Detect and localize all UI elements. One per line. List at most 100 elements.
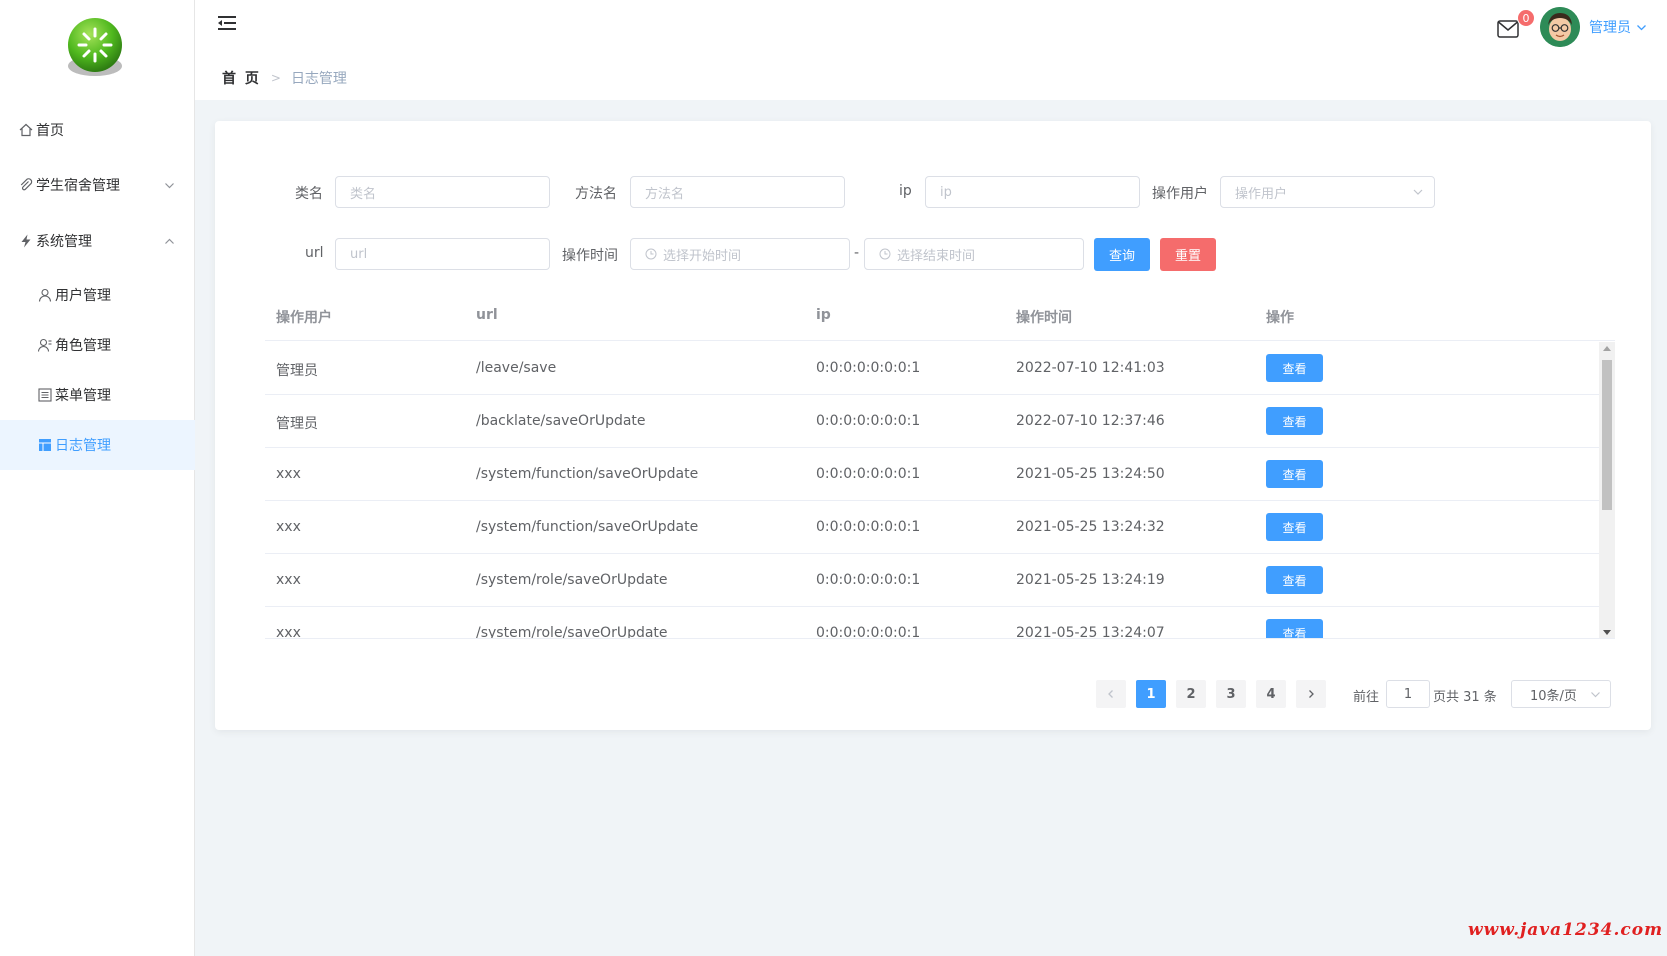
hamburger-menu-icon[interactable] (217, 14, 237, 38)
clock-icon (645, 248, 657, 260)
next-page-button[interactable] (1296, 680, 1326, 708)
class-name-label: 类名 (295, 186, 323, 202)
user-icon (37, 287, 53, 303)
column-header-ip: ip (816, 307, 831, 323)
cell-user: 管理员 (276, 363, 318, 379)
column-header-time: 操作时间 (1016, 310, 1072, 326)
mail-badge: 0 (1517, 9, 1535, 27)
user-role-icon (37, 337, 53, 353)
view-button[interactable]: 查看 (1266, 513, 1323, 541)
scrollbar-thumb[interactable] (1602, 360, 1612, 510)
cell-time: 2021-05-25 13:24:32 (1016, 519, 1165, 535)
cell-ip: 0:0:0:0:0:0:0:1 (816, 413, 921, 429)
end-time-picker[interactable]: 选择结束时间 (864, 238, 1084, 270)
end-time-placeholder: 选择结束时间 (897, 248, 976, 264)
total-count-text: 页共 31 条 (1433, 690, 1497, 705)
cell-time: 2022-07-10 12:41:03 (1016, 360, 1165, 376)
cell-time: 2021-05-25 13:24:50 (1016, 466, 1165, 482)
cell-user: xxx (276, 466, 301, 482)
chevron-down-icon (1590, 689, 1601, 704)
goto-page-input[interactable]: 1 (1386, 680, 1430, 708)
cell-ip: 0:0:0:0:0:0:0:1 (816, 360, 921, 376)
mail-icon[interactable] (1497, 20, 1519, 42)
page-button-2[interactable]: 2 (1176, 680, 1206, 708)
search-button[interactable]: 查询 (1094, 238, 1150, 271)
chevron-down-icon (1412, 186, 1424, 202)
page-size-select[interactable]: 10条/页 (1511, 680, 1611, 708)
ip-label: ip (899, 183, 912, 199)
view-button[interactable]: 查看 (1266, 566, 1323, 594)
class-name-input[interactable]: 类名 (335, 176, 550, 208)
sidebar: 首页 学生宿舍管理 系统管理 用户管理 角色管理 菜单管理 日志管理 (0, 0, 195, 956)
cell-url: /leave/save (476, 360, 557, 376)
sidebar-item-label: 用户管理 (55, 288, 111, 304)
range-separator: - (854, 245, 860, 261)
url-input[interactable]: url (335, 238, 550, 270)
reset-button[interactable]: 重置 (1160, 238, 1216, 271)
view-button[interactable]: 查看 (1266, 354, 1323, 382)
cell-ip: 0:0:0:0:0:0:0:1 (816, 572, 921, 588)
sidebar-item-label: 系统管理 (36, 234, 92, 250)
sidebar-item-dormitory[interactable]: 学生宿舍管理 (0, 157, 195, 213)
cell-time: 2021-05-25 13:24:19 (1016, 572, 1165, 588)
sidebar-item-home[interactable]: 首页 (0, 102, 195, 158)
table-row: 管理员 /leave/save 0:0:0:0:0:0:0:1 2022-07-… (265, 342, 1599, 395)
scroll-down-arrow-icon[interactable] (1603, 630, 1611, 635)
page-button-3[interactable]: 3 (1216, 680, 1246, 708)
clock-icon (879, 248, 891, 260)
breadcrumb: 首 页 > 日志管理 (222, 68, 347, 88)
sidebar-item-menus[interactable]: 菜单管理 (0, 370, 195, 420)
sidebar-item-label: 日志管理 (55, 438, 111, 454)
sidebar-item-users[interactable]: 用户管理 (0, 270, 195, 320)
cell-url: /system/role/saveOrUpdate (476, 572, 668, 588)
table-row: xxx /system/role/saveOrUpdate 0:0:0:0:0:… (265, 607, 1599, 639)
chevron-down-icon (1636, 22, 1647, 33)
cell-user: xxx (276, 625, 301, 639)
user-name: 管理员 (1589, 20, 1631, 36)
user-menu[interactable]: 管理员 (1589, 17, 1647, 37)
ip-input[interactable]: ip (925, 176, 1140, 208)
breadcrumb-home[interactable]: 首 页 (222, 68, 261, 88)
avatar[interactable] (1540, 7, 1580, 47)
cell-url: /system/function/saveOrUpdate (476, 466, 699, 482)
sidebar-item-label: 学生宿舍管理 (36, 178, 120, 194)
sidebar-item-roles[interactable]: 角色管理 (0, 320, 195, 370)
table-row: 管理员 /backlate/saveOrUpdate 0:0:0:0:0:0:0… (265, 395, 1599, 448)
table-scrollbar[interactable] (1599, 342, 1615, 638)
cell-time: 2022-07-10 12:37:46 (1016, 413, 1165, 429)
table-body: 管理员 /leave/save 0:0:0:0:0:0:0:1 2022-07-… (265, 342, 1615, 639)
chevron-up-icon (164, 235, 175, 251)
page-button-4[interactable]: 4 (1256, 680, 1286, 708)
cell-url: /system/role/saveOrUpdate (476, 625, 668, 639)
cell-ip: 0:0:0:0:0:0:0:1 (816, 466, 921, 482)
start-time-placeholder: 选择开始时间 (663, 248, 742, 264)
sidebar-item-label: 首页 (36, 123, 64, 139)
page-button-1[interactable]: 1 (1136, 680, 1166, 708)
sidebar-item-system[interactable]: 系统管理 (0, 213, 195, 269)
page-size-value: 10条/页 (1530, 688, 1577, 704)
log-card: 类名 类名 方法名 方法名 ip ip 操作用户 操作用户 url url 操作… (215, 121, 1651, 730)
sidebar-item-logs[interactable]: 日志管理 (0, 420, 195, 470)
watermark: www.java1234.com (1468, 920, 1664, 940)
table-row: xxx /system/function/saveOrUpdate 0:0:0:… (265, 501, 1599, 554)
table-row: xxx /system/function/saveOrUpdate 0:0:0:… (265, 448, 1599, 501)
cell-ip: 0:0:0:0:0:0:0:1 (816, 519, 921, 535)
scroll-up-arrow-icon[interactable] (1603, 346, 1611, 351)
operator-user-placeholder: 操作用户 (1235, 186, 1288, 202)
operator-user-select[interactable]: 操作用户 (1220, 176, 1435, 208)
cell-user: xxx (276, 519, 301, 535)
chevron-left-icon (1108, 690, 1113, 698)
method-name-input[interactable]: 方法名 (630, 176, 845, 208)
view-button[interactable]: 查看 (1266, 460, 1323, 488)
view-button[interactable]: 查看 (1266, 407, 1323, 435)
start-time-picker[interactable]: 选择开始时间 (630, 238, 850, 270)
cell-user: xxx (276, 572, 301, 588)
view-button[interactable]: 查看 (1266, 619, 1323, 638)
sidebar-item-label: 角色管理 (55, 338, 111, 354)
lightning-icon (18, 233, 34, 249)
prev-page-button[interactable] (1096, 680, 1126, 708)
cell-ip: 0:0:0:0:0:0:0:1 (816, 625, 921, 639)
cell-time: 2021-05-25 13:24:07 (1016, 625, 1165, 639)
table-row: xxx /system/role/saveOrUpdate 0:0:0:0:0:… (265, 554, 1599, 607)
column-header-action: 操作 (1266, 310, 1294, 326)
